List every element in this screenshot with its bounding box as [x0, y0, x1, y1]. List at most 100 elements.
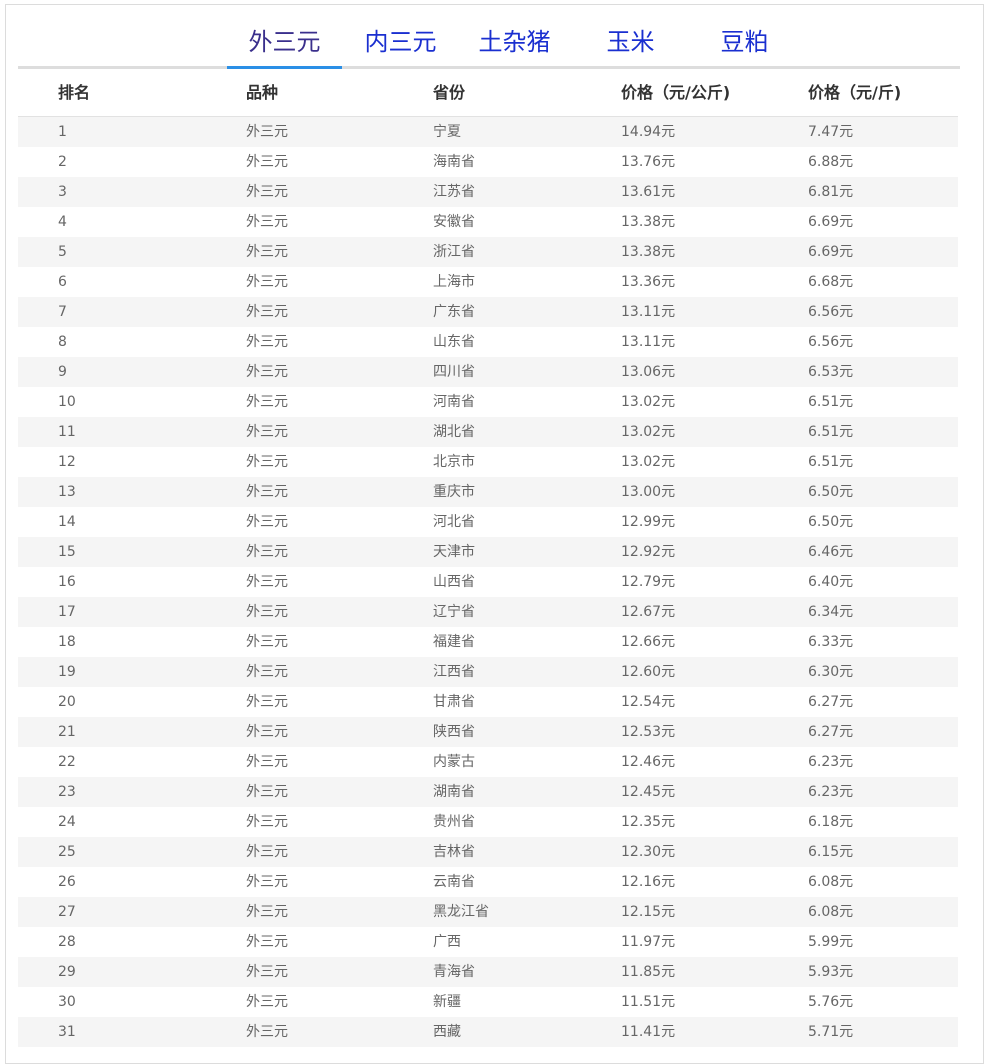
table-row: 2 外三元 海南省 13.76元 6.88元	[18, 147, 958, 177]
price-jin-cell: 6.56元	[808, 304, 854, 320]
variety-cell: 外三元	[246, 124, 288, 140]
table-header: 排名 品种 省份 价格（元/公斤) 价格（元/斤)	[18, 69, 958, 117]
variety-cell: 外三元	[246, 544, 288, 560]
price-jin-cell: 6.27元	[808, 694, 854, 710]
table-row: 5 外三元 浙江省 13.38元 6.69元	[18, 237, 958, 267]
price-jin-cell: 5.99元	[808, 934, 854, 950]
tab-waisanyuan[interactable]: 外三元	[227, 22, 342, 69]
province-cell: 内蒙古	[433, 754, 475, 770]
table-row: 31 外三元 西藏 11.41元 5.71元	[18, 1017, 958, 1047]
province-cell: 吉林省	[433, 844, 475, 860]
price-kg-cell: 11.51元	[621, 994, 676, 1010]
price-jin-cell: 6.81元	[808, 184, 854, 200]
rank-cell: 12	[58, 454, 76, 470]
variety-cell: 外三元	[246, 184, 288, 200]
rank-cell: 14	[58, 514, 76, 530]
rank-cell: 30	[58, 994, 76, 1010]
price-jin-cell: 6.69元	[808, 214, 854, 230]
variety-cell: 外三元	[246, 964, 288, 980]
price-kg-cell: 11.97元	[621, 934, 676, 950]
tab-corn[interactable]: 玉米	[573, 22, 688, 66]
price-jin-cell: 5.93元	[808, 964, 854, 980]
rank-cell: 31	[58, 1024, 76, 1040]
province-cell: 北京市	[433, 454, 475, 470]
header-variety: 品种	[246, 83, 279, 102]
header-price-kg: 价格（元/公斤)	[621, 83, 731, 102]
price-kg-cell: 13.38元	[621, 244, 676, 260]
variety-cell: 外三元	[246, 304, 288, 320]
price-ranking-table: 排名 品种 省份 价格（元/公斤) 价格（元/斤) 1 外三元 宁夏 14.94元 7.…	[18, 69, 958, 1047]
table-row: 17 外三元 辽宁省 12.67元 6.34元	[18, 597, 958, 627]
table-row: 16 外三元 山西省 12.79元 6.40元	[18, 567, 958, 597]
province-cell: 黑龙江省	[433, 904, 489, 920]
variety-cell: 外三元	[246, 214, 288, 230]
price-jin-cell: 6.33元	[808, 634, 854, 650]
table-row: 22 外三元 内蒙古 12.46元 6.23元	[18, 747, 958, 777]
variety-cell: 外三元	[246, 784, 288, 800]
variety-cell: 外三元	[246, 394, 288, 410]
province-cell: 云南省	[433, 874, 475, 890]
table-row: 14 外三元 河北省 12.99元 6.50元	[18, 507, 958, 537]
price-jin-cell: 6.88元	[808, 154, 854, 170]
table-row: 6 外三元 上海市 13.36元 6.68元	[18, 267, 958, 297]
variety-cell: 外三元	[246, 844, 288, 860]
price-jin-cell: 6.46元	[808, 544, 854, 560]
rank-cell: 10	[58, 394, 76, 410]
rank-cell: 26	[58, 874, 76, 890]
province-cell: 湖北省	[433, 424, 475, 440]
table-row: 29 外三元 青海省 11.85元 5.93元	[18, 957, 958, 987]
table-row: 23 外三元 湖南省 12.45元 6.23元	[18, 777, 958, 807]
rank-cell: 9	[58, 364, 67, 380]
table-row: 27 外三元 黑龙江省 12.15元 6.08元	[18, 897, 958, 927]
variety-cell: 外三元	[246, 874, 288, 890]
rank-cell: 29	[58, 964, 76, 980]
price-jin-cell: 7.47元	[808, 124, 854, 140]
price-jin-cell: 6.51元	[808, 394, 854, 410]
price-jin-cell: 6.08元	[808, 904, 854, 920]
variety-cell: 外三元	[246, 514, 288, 530]
table-row: 18 外三元 福建省 12.66元 6.33元	[18, 627, 958, 657]
rank-cell: 5	[58, 244, 67, 260]
province-cell: 江苏省	[433, 184, 475, 200]
price-jin-cell: 6.68元	[808, 274, 854, 290]
province-cell: 海南省	[433, 154, 475, 170]
price-jin-cell: 6.23元	[808, 754, 854, 770]
table-row: 1 外三元 宁夏 14.94元 7.47元	[18, 117, 958, 147]
price-jin-cell: 5.71元	[808, 1024, 854, 1040]
variety-cell: 外三元	[246, 574, 288, 590]
price-jin-cell: 6.27元	[808, 724, 854, 740]
header-price-jin: 价格（元/斤)	[808, 83, 902, 102]
rank-cell: 20	[58, 694, 76, 710]
table-row: 4 外三元 安徽省 13.38元 6.69元	[18, 207, 958, 237]
rank-cell: 13	[58, 484, 76, 500]
price-jin-cell: 6.34元	[808, 604, 854, 620]
variety-cell: 外三元	[246, 994, 288, 1010]
price-kg-cell: 13.61元	[621, 184, 676, 200]
province-cell: 河北省	[433, 514, 475, 530]
rank-cell: 17	[58, 604, 76, 620]
rank-cell: 15	[58, 544, 76, 560]
rank-cell: 2	[58, 154, 67, 170]
price-kg-cell: 13.02元	[621, 454, 676, 470]
table-row: 10 外三元 河南省 13.02元 6.51元	[18, 387, 958, 417]
price-kg-cell: 11.41元	[621, 1024, 676, 1040]
price-kg-cell: 12.53元	[621, 724, 676, 740]
table-row: 20 外三元 甘肃省 12.54元 6.27元	[18, 687, 958, 717]
rank-cell: 18	[58, 634, 76, 650]
variety-cell: 外三元	[246, 814, 288, 830]
tab-soymeal[interactable]: 豆粕	[687, 22, 802, 66]
price-kg-cell: 12.60元	[621, 664, 676, 680]
tab-neisanyuan[interactable]: 内三元	[343, 22, 458, 66]
province-cell: 青海省	[433, 964, 475, 980]
table-body: 1 外三元 宁夏 14.94元 7.47元 2 外三元 海南省 13.76元 6.88元 3 外三元江…	[18, 117, 958, 1047]
price-kg-cell: 12.99元	[621, 514, 676, 530]
rank-cell: 4	[58, 214, 67, 230]
price-kg-cell: 13.02元	[621, 394, 676, 410]
province-cell: 上海市	[433, 274, 475, 290]
tab-tuzazhu[interactable]: 土杂猪	[457, 22, 572, 66]
rank-cell: 27	[58, 904, 76, 920]
table-row: 19 外三元 江西省 12.60元 6.30元	[18, 657, 958, 687]
price-kg-cell: 12.16元	[621, 874, 676, 890]
price-jin-cell: 6.50元	[808, 484, 854, 500]
rank-cell: 16	[58, 574, 76, 590]
